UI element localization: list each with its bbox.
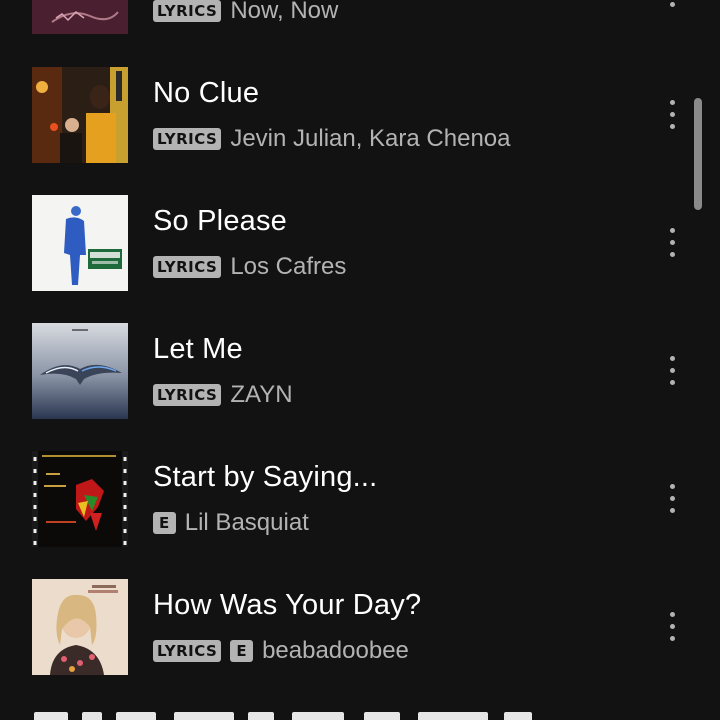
explicit-badge: E bbox=[153, 512, 176, 534]
track-artist: Now, Now bbox=[230, 0, 339, 24]
track-meta: LYRICS Jevin Julian, Kara Chenoa bbox=[153, 125, 510, 153]
track-row[interactable]: How Was Your Day? LYRICS E beabadoobee bbox=[0, 579, 720, 712]
track-row[interactable]: LYRICS Now, Now bbox=[0, 0, 720, 72]
more-options-icon[interactable] bbox=[656, 94, 688, 134]
track-list: LYRICS Now, Now No Clue LYRICS Jevin Jul… bbox=[0, 0, 720, 720]
more-options-icon[interactable] bbox=[656, 222, 688, 262]
track-title: How Was Your Day? bbox=[153, 589, 422, 621]
track-artist: ZAYN bbox=[230, 381, 293, 408]
track-meta: LYRICS Los Cafres bbox=[153, 253, 346, 281]
track-meta: LYRICS E beabadoobee bbox=[153, 637, 409, 665]
lyrics-badge: LYRICS bbox=[153, 0, 222, 22]
album-art bbox=[32, 0, 128, 34]
track-meta: LYRICS Now, Now bbox=[153, 0, 338, 25]
track-meta: E Lil Basquiat bbox=[153, 509, 309, 537]
track-artist: beabadoobee bbox=[262, 637, 409, 664]
album-art bbox=[32, 451, 128, 547]
more-options-icon[interactable] bbox=[656, 606, 688, 646]
lyrics-badge: LYRICS bbox=[153, 640, 222, 662]
track-row[interactable]: So Please LYRICS Los Cafres bbox=[0, 195, 720, 328]
lyrics-badge: LYRICS bbox=[153, 384, 222, 406]
scrollbar-thumb[interactable] bbox=[694, 98, 702, 210]
track-row[interactable]: Let Me LYRICS ZAYN bbox=[0, 323, 720, 456]
album-art bbox=[32, 195, 128, 291]
more-options-icon[interactable] bbox=[656, 350, 688, 390]
more-options-icon[interactable] bbox=[656, 478, 688, 518]
lyrics-badge: LYRICS bbox=[153, 256, 222, 278]
lyrics-badge: LYRICS bbox=[153, 128, 222, 150]
more-options-icon[interactable] bbox=[656, 0, 688, 12]
track-artist: Jevin Julian, Kara Chenoa bbox=[230, 125, 511, 152]
album-art bbox=[32, 323, 128, 419]
track-row[interactable]: No Clue LYRICS Jevin Julian, Kara Chenoa bbox=[0, 67, 720, 200]
track-meta: LYRICS ZAYN bbox=[153, 381, 293, 409]
album-art bbox=[32, 579, 128, 675]
track-row[interactable]: Start by Saying... E Lil Basquiat bbox=[0, 451, 720, 584]
track-artist: Lil Basquiat bbox=[184, 509, 309, 536]
next-section-heading-cutoff bbox=[34, 712, 534, 720]
track-title: So Please bbox=[153, 205, 287, 237]
track-title: Start by Saying... bbox=[153, 461, 378, 493]
album-art bbox=[32, 67, 128, 163]
track-artist: Los Cafres bbox=[230, 253, 347, 280]
track-title: Let Me bbox=[153, 333, 243, 365]
explicit-badge: E bbox=[230, 640, 254, 662]
track-title: No Clue bbox=[153, 77, 260, 109]
